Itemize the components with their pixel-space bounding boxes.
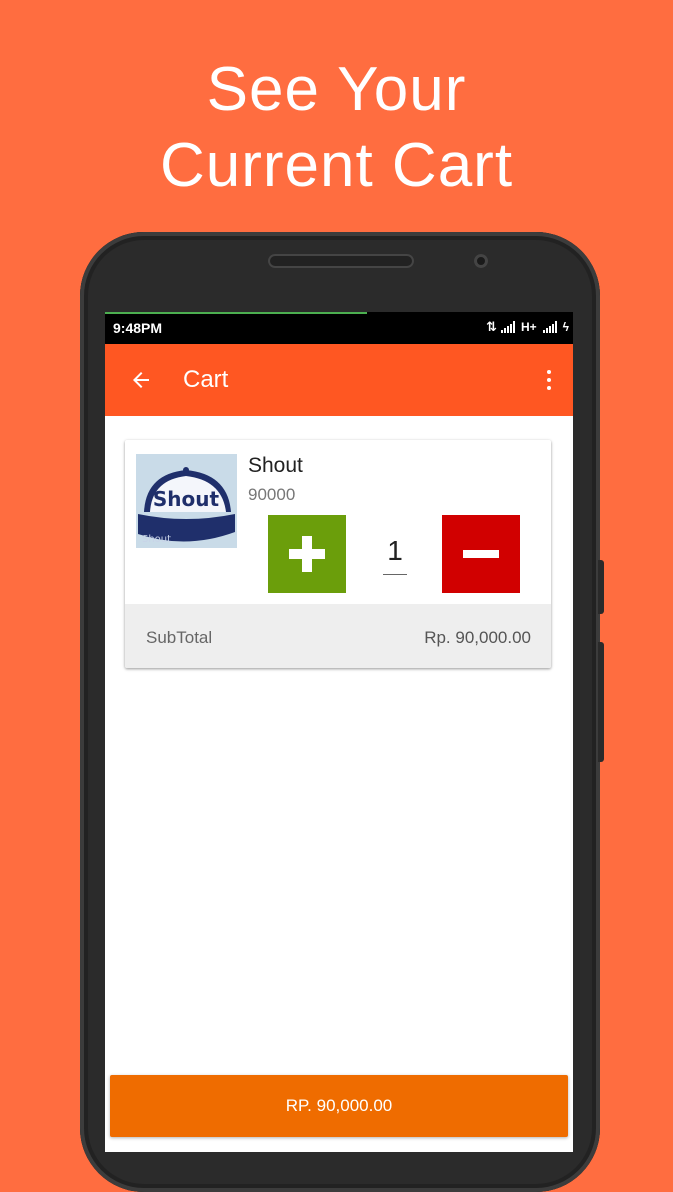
phone-side-button xyxy=(598,560,604,614)
phone-volume-button xyxy=(598,642,604,762)
subtotal-value: Rp. 90,000.00 xyxy=(424,628,531,647)
status-time: 9:48PM xyxy=(113,320,163,336)
arrow-left-icon xyxy=(133,372,149,388)
data-transfer-icon: ⇅ xyxy=(486,319,497,334)
product-name: Shout xyxy=(248,454,303,477)
more-vert-icon xyxy=(547,370,551,374)
subtotal-label: SubTotal xyxy=(146,628,213,647)
decrease-quantity-button[interactable] xyxy=(442,515,520,593)
status-download-progress xyxy=(105,312,368,314)
minus-icon xyxy=(463,550,499,558)
increase-quantity-button[interactable] xyxy=(268,515,346,593)
phone-screen: 9:48PM ⇅ H+ ϟ Cart Shout Shout Shout 900… xyxy=(105,312,573,1152)
battery-charging-icon: ϟ xyxy=(562,320,569,334)
back-button[interactable] xyxy=(105,344,177,416)
promo-title-line1: See Your xyxy=(206,55,467,124)
status-icons: ⇅ H+ ϟ xyxy=(486,319,569,335)
signal-icon-2 xyxy=(542,321,557,333)
phone-camera xyxy=(474,254,488,268)
more-options-button[interactable] xyxy=(525,344,573,416)
cart-item-card: Shout Shout Shout 90000 1 SubTotal Rp. 9… xyxy=(125,440,551,668)
page-title: Cart xyxy=(183,366,229,393)
checkout-total-button[interactable]: RP. 90,000.00 xyxy=(110,1075,568,1137)
quantity-field[interactable]: 1 xyxy=(383,534,407,575)
plus-icon xyxy=(289,536,325,572)
status-bar: 9:48PM ⇅ H+ ϟ xyxy=(105,312,573,344)
promo-title-line2: Current Cart xyxy=(159,131,514,200)
subtotal-row: SubTotal Rp. 90,000.00 xyxy=(125,604,551,668)
phone-speaker xyxy=(268,254,414,268)
signal-icon xyxy=(500,321,515,333)
promo-title: See Your Current Cart xyxy=(0,52,673,204)
product-image[interactable]: Shout Shout xyxy=(136,454,237,548)
app-bar: Cart xyxy=(105,344,573,416)
network-type-label: H+ xyxy=(520,320,537,334)
product-image-brand: Shout xyxy=(142,534,171,545)
product-price: 90000 xyxy=(248,485,296,504)
product-image-logo: Shout xyxy=(153,487,220,511)
